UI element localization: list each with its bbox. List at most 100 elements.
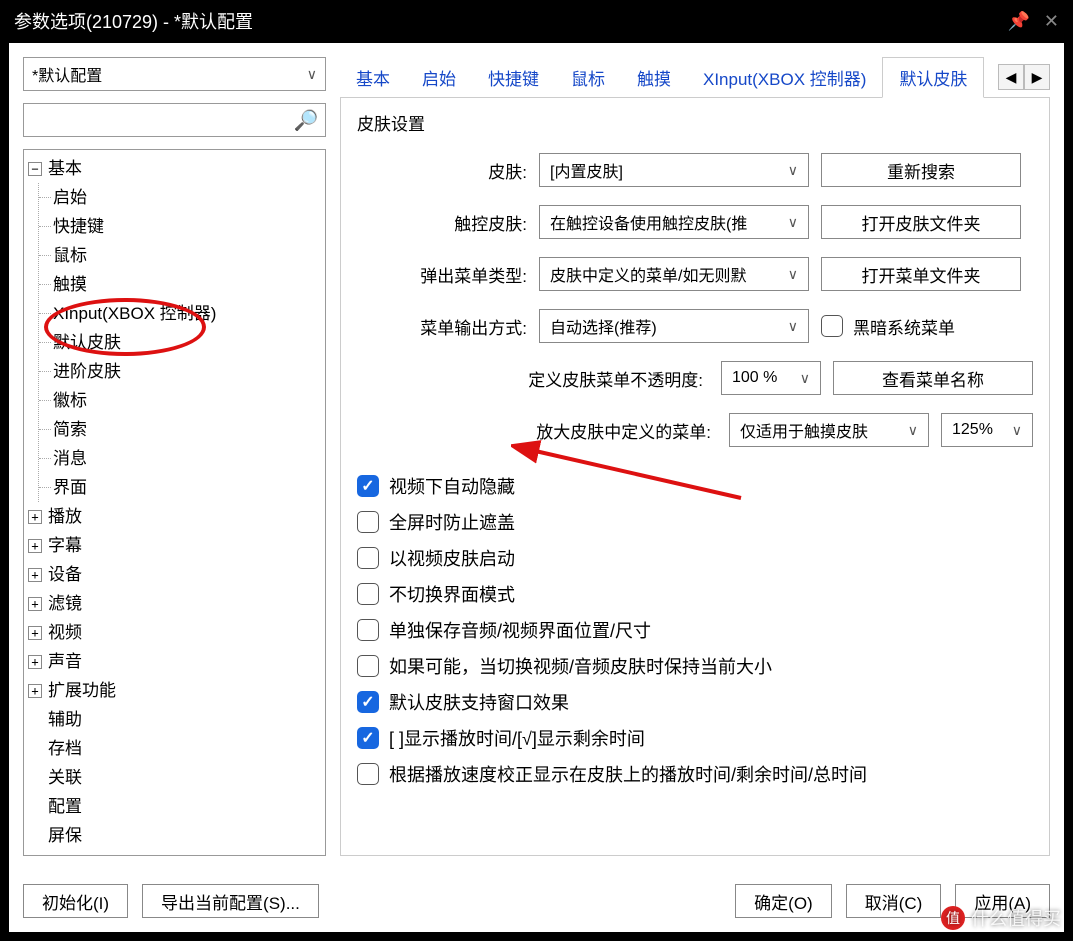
checkbox-box[interactable] (357, 619, 379, 641)
pin-icon[interactable]: 📌 (1007, 11, 1029, 32)
checkbox-2[interactable]: 以视频皮肤启动 (357, 545, 1033, 571)
tree-item[interactable]: 快捷键 (53, 212, 323, 241)
settings-tree[interactable]: −基本 启始 快捷键 鼠标 触摸 XInput(XBOX 控制器) 默认皮肤 进… (23, 149, 326, 856)
checkbox-box[interactable] (357, 511, 379, 533)
tree-node[interactable]: +扩展功能 (28, 676, 323, 705)
expand-icon[interactable]: + (28, 510, 42, 524)
label-zoom: 放大皮肤中定义的菜单: (357, 418, 717, 443)
tree-item[interactable]: 鼠标 (53, 241, 323, 270)
combo-popup-type[interactable]: 皮肤中定义的菜单/如无则默∨ (539, 257, 809, 291)
combo-skin[interactable]: [内置皮肤]∨ (539, 153, 809, 187)
label-touch-skin: 触控皮肤: (357, 210, 527, 235)
checkbox-box[interactable] (357, 583, 379, 605)
chevron-down-icon: ∨ (908, 422, 918, 439)
checkbox-8[interactable]: 根据播放速度校正显示在皮肤上的播放时间/剩余时间/总时间 (357, 761, 1033, 787)
expand-icon[interactable]: + (28, 626, 42, 640)
tab-xinput[interactable]: XInput(XBOX 控制器) (687, 58, 882, 97)
chevron-down-icon: ∨ (788, 266, 798, 283)
export-config-button[interactable]: 导出当前配置(S)... (142, 884, 319, 918)
open-menu-folder-button[interactable]: 打开菜单文件夹 (821, 257, 1021, 291)
tree-node[interactable]: +字幕 (28, 531, 323, 560)
cancel-button[interactable]: 取消(C) (846, 884, 942, 918)
tab-mouse[interactable]: 鼠标 (555, 58, 621, 97)
config-select[interactable]: *默认配置 ∨ (23, 57, 326, 91)
checkbox-3[interactable]: 不切换界面模式 (357, 581, 1033, 607)
expand-icon[interactable]: + (28, 655, 42, 669)
checkbox-box[interactable] (357, 763, 379, 785)
tree-node[interactable]: +设备 (28, 560, 323, 589)
close-icon[interactable]: ✕ (1044, 11, 1059, 32)
tree-node[interactable]: +滤镜 (28, 589, 323, 618)
checkbox-label: 如果可能，当切换视频/音频皮肤时保持当前大小 (389, 653, 772, 679)
dark-menu-check[interactable]: 黑暗系统菜单 (821, 314, 955, 339)
tree-node[interactable]: +播放 (28, 502, 323, 531)
checkbox-box[interactable] (357, 691, 379, 713)
window-title: 参数选项(210729) - *默认配置 (14, 8, 993, 34)
combo-opacity[interactable]: 100 %∨ (721, 361, 821, 395)
apply-button[interactable]: 应用(A) (955, 884, 1050, 918)
checkbox-4[interactable]: 单独保存音频/视频界面位置/尺寸 (357, 617, 1033, 643)
checkbox-0[interactable]: 视频下自动隐藏 (357, 473, 1033, 499)
research-button[interactable]: 重新搜索 (821, 153, 1021, 187)
expand-icon[interactable]: + (28, 539, 42, 553)
tree-node[interactable]: +视频 (28, 618, 323, 647)
tree-item[interactable]: 触摸 (53, 270, 323, 299)
checkbox-box[interactable] (357, 475, 379, 497)
open-skin-folder-button[interactable]: 打开皮肤文件夹 (821, 205, 1021, 239)
search-input[interactable] (30, 111, 294, 129)
tree-item[interactable]: 启始 (53, 183, 323, 212)
tab-shortcut[interactable]: 快捷键 (472, 58, 555, 97)
tree-item[interactable]: 消息 (53, 444, 323, 473)
search-icon[interactable]: 🔍 (294, 108, 319, 133)
tree-item[interactable]: 关联 (28, 763, 323, 792)
tab-next-button[interactable]: ▶ (1024, 64, 1050, 90)
checkbox-1[interactable]: 全屏时防止遮盖 (357, 509, 1033, 535)
tree-node[interactable]: +声音 (28, 647, 323, 676)
tree-item[interactable]: 徽标 (53, 386, 323, 415)
expand-icon[interactable]: + (28, 568, 42, 582)
checkbox-label: 视频下自动隐藏 (389, 473, 515, 499)
checkbox-box[interactable] (357, 655, 379, 677)
config-select-value: *默认配置 (32, 62, 307, 86)
tree-item[interactable]: 辅助 (28, 705, 323, 734)
checkbox-label: 默认皮肤支持窗口效果 (389, 689, 569, 715)
checkbox-label: [ ]显示播放时间/[√]显示剩余时间 (389, 725, 645, 751)
tree-item[interactable]: 屏保 (28, 821, 323, 850)
expand-icon[interactable]: + (28, 684, 42, 698)
tree-item[interactable]: XInput(XBOX 控制器) (53, 299, 323, 328)
tree-item[interactable]: 界面 (53, 473, 323, 502)
collapse-icon[interactable]: − (28, 162, 42, 176)
checkbox-label: 不切换界面模式 (389, 581, 515, 607)
tab-prev-button[interactable]: ◀ (998, 64, 1024, 90)
checkbox-6[interactable]: 默认皮肤支持窗口效果 (357, 689, 1033, 715)
tree-item-default-skin[interactable]: 默认皮肤 (53, 328, 323, 357)
tree-item[interactable]: 简索 (53, 415, 323, 444)
chevron-down-icon: ∨ (800, 370, 810, 387)
tree-node-basic[interactable]: −基本 (28, 154, 323, 183)
tab-start[interactable]: 启始 (406, 58, 472, 97)
combo-zoom-pct[interactable]: 125%∨ (941, 413, 1033, 447)
checkbox-label: 全屏时防止遮盖 (389, 509, 515, 535)
view-menu-name-button[interactable]: 查看菜单名称 (833, 361, 1033, 395)
checkbox-box[interactable] (357, 727, 379, 749)
checkbox-box[interactable] (357, 547, 379, 569)
chevron-down-icon: ∨ (788, 318, 798, 335)
checkbox-5[interactable]: 如果可能，当切换视频/音频皮肤时保持当前大小 (357, 653, 1033, 679)
tree-item[interactable]: 存档 (28, 734, 323, 763)
search-box: 🔍 (23, 103, 326, 137)
expand-icon[interactable]: + (28, 597, 42, 611)
tab-basic[interactable]: 基本 (340, 58, 406, 97)
chevron-down-icon: ∨ (307, 66, 317, 83)
tab-touch[interactable]: 触摸 (621, 58, 687, 97)
checkbox-list: 视频下自动隐藏全屏时防止遮盖以视频皮肤启动不切换界面模式单独保存音频/视频界面位… (357, 473, 1033, 787)
ok-button[interactable]: 确定(O) (735, 884, 832, 918)
combo-touch-skin[interactable]: 在触控设备使用触控皮肤(推∨ (539, 205, 809, 239)
checkbox-7[interactable]: [ ]显示播放时间/[√]显示剩余时间 (357, 725, 1033, 751)
checkbox-label: 单独保存音频/视频界面位置/尺寸 (389, 617, 651, 643)
init-button[interactable]: 初始化(I) (23, 884, 128, 918)
tab-default-skin[interactable]: 默认皮肤 (882, 57, 984, 98)
tree-item[interactable]: 进阶皮肤 (53, 357, 323, 386)
combo-menu-output[interactable]: 自动选择(推荐)∨ (539, 309, 809, 343)
combo-zoom-mode[interactable]: 仅适用于触摸皮肤∨ (729, 413, 929, 447)
tree-item[interactable]: 配置 (28, 792, 323, 821)
